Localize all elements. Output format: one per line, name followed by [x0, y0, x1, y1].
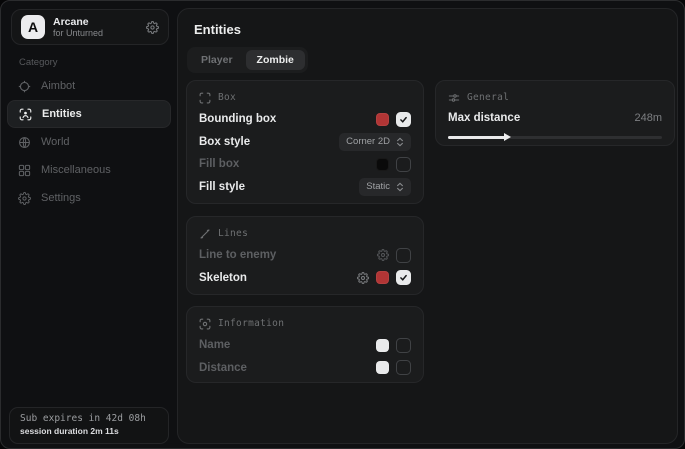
card-title: Information — [218, 318, 284, 329]
sub-expiry-text: Sub expires in 42d 08h — [20, 413, 158, 424]
app-window: A Arcane for Unturned Category Aimbot — [0, 0, 685, 449]
box-style-dropdown[interactable]: Corner 2D — [339, 133, 411, 151]
color-swatch[interactable] — [376, 339, 389, 352]
brand-card: A Arcane for Unturned — [11, 9, 169, 45]
gear-icon — [18, 192, 31, 205]
chevron-up-down-icon — [396, 137, 404, 147]
gear-icon[interactable] — [357, 272, 369, 284]
checkbox-unchecked[interactable] — [396, 248, 411, 263]
brand-logo: A — [21, 15, 45, 39]
setting-row-fill-box: Fill box — [199, 153, 411, 176]
scan-info-icon — [199, 318, 211, 330]
setting-row-skeleton: Skeleton — [199, 267, 411, 290]
tab-player[interactable]: Player — [190, 50, 244, 70]
grid-icon — [18, 164, 31, 177]
setting-row-bounding-box: Bounding box — [199, 108, 411, 131]
setting-row-box-style: Box style Corner 2D — [199, 131, 411, 154]
color-swatch[interactable] — [376, 361, 389, 374]
checkbox-unchecked[interactable] — [396, 360, 411, 375]
sidebar: A Arcane for Unturned Category Aimbot — [1, 1, 177, 448]
tab-zombie[interactable]: Zombie — [246, 50, 305, 70]
gear-icon[interactable] — [146, 21, 159, 34]
sidebar-item-label: Aimbot — [41, 80, 75, 92]
chevron-up-down-icon — [396, 182, 404, 192]
sidebar-item-entities[interactable]: Entities — [7, 100, 171, 128]
crosshair-icon — [18, 80, 31, 93]
slider-value: 248m — [634, 112, 662, 124]
max-distance-slider[interactable] — [448, 133, 662, 141]
setting-row-fill-style: Fill style Static — [199, 176, 411, 199]
fill-style-dropdown[interactable]: Static — [359, 178, 411, 196]
color-swatch[interactable] — [376, 158, 389, 171]
slider-fill — [448, 136, 506, 139]
session-duration-text: session duration 2m 11s — [20, 426, 158, 436]
sidebar-item-miscellaneous[interactable]: Miscellaneous — [7, 156, 171, 184]
checkmark-icon — [399, 273, 408, 282]
card-title: General — [467, 92, 509, 103]
sidebar-item-label: Settings — [41, 192, 81, 204]
checkbox-unchecked[interactable] — [396, 157, 411, 172]
card-title: Lines — [218, 228, 248, 239]
card-title: Box — [218, 92, 236, 103]
entities-icon — [19, 108, 32, 121]
sidebar-item-world[interactable]: World — [7, 128, 171, 156]
information-card: Information Name Distance — [186, 306, 424, 383]
globe-icon — [18, 136, 31, 149]
checkbox-unchecked[interactable] — [396, 338, 411, 353]
sidebar-item-label: Entities — [42, 108, 82, 120]
setting-row-distance: Distance — [199, 357, 411, 380]
category-label: Category — [19, 57, 58, 68]
color-swatch[interactable] — [376, 271, 389, 284]
sidebar-item-label: World — [41, 136, 70, 148]
general-card: General Max distance 248m — [435, 80, 675, 146]
sidebar-item-label: Miscellaneous — [41, 164, 111, 176]
sidebar-item-settings[interactable]: Settings — [7, 184, 171, 212]
color-swatch[interactable] — [376, 113, 389, 126]
scan-box-icon — [199, 92, 211, 104]
setting-row-line-to-enemy: Line to enemy — [199, 244, 411, 267]
entity-tabs: Player Zombie — [187, 47, 308, 73]
sidebar-nav: Aimbot Entities World Miscellaneous — [7, 72, 171, 212]
setting-row-name: Name — [199, 334, 411, 357]
page-title: Entities — [194, 22, 241, 37]
lines-card: Lines Line to enemy Skeleton — [186, 216, 424, 295]
box-card: Box Bounding box Box style Corner 2D — [186, 80, 424, 204]
sliders-icon — [448, 92, 460, 104]
checkmark-icon — [399, 115, 408, 124]
brand-name: Arcane — [53, 16, 138, 28]
main-panel: Entities Player Zombie Box Bounding box — [177, 8, 678, 444]
checkbox-checked[interactable] — [396, 112, 411, 127]
gear-icon[interactable] — [377, 249, 389, 261]
line-icon — [199, 228, 211, 240]
slider-thumb[interactable] — [504, 133, 511, 141]
sidebar-item-aimbot[interactable]: Aimbot — [7, 72, 171, 100]
subscription-status-card: Sub expires in 42d 08h session duration … — [9, 407, 169, 444]
setting-row-max-distance: Max distance 248m — [448, 108, 662, 128]
brand-subtitle: for Unturned — [53, 28, 138, 38]
checkbox-checked[interactable] — [396, 270, 411, 285]
